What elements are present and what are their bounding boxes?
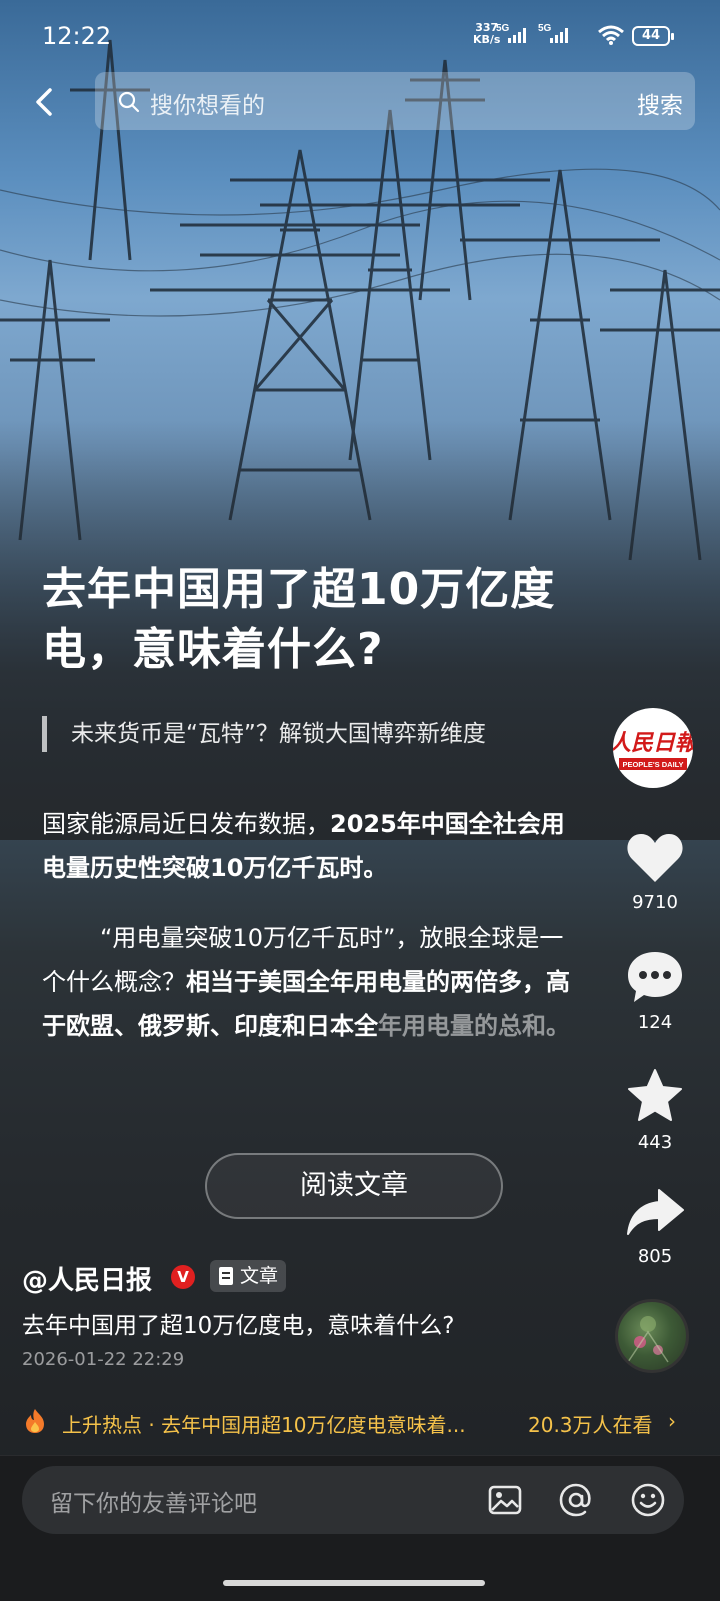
share-button[interactable]: 805 [620, 1186, 690, 1267]
article-paragraph-1: 国家能源局近日发布数据，2025年中国全社会用电量历史性突破10万亿千瓦时。 [42, 810, 565, 882]
hot-topic-link[interactable]: 上升热点 · 去年中国用超10万亿度电意味着... [62, 1409, 466, 1438]
read-article-button[interactable]: 阅读文章 [205, 1153, 503, 1219]
author-avatar[interactable]: 人民日報 PEOPLE'S DAILY [613, 708, 693, 788]
search-input[interactable]: 搜你想看的 [150, 86, 265, 120]
share-count: 805 [637, 1246, 673, 1267]
comment-button[interactable]: 124 [620, 950, 690, 1033]
hot-viewer-count: 20.3万人在看 [528, 1413, 653, 1437]
like-count: 9710 [632, 892, 678, 913]
music-disc[interactable] [615, 1299, 689, 1373]
back-arrow-icon[interactable] [30, 86, 62, 118]
document-icon [219, 1267, 233, 1285]
mention-at-icon[interactable] [558, 1482, 594, 1518]
favorite-button[interactable]: 443 [620, 1068, 690, 1153]
post-description[interactable]: 去年中国用了超10万亿度电，意味着什么? [22, 1306, 454, 1340]
emoji-icon[interactable] [630, 1482, 666, 1518]
svg-text:5G: 5G [538, 23, 552, 34]
share-arrow-icon [627, 1189, 684, 1235]
fire-icon [26, 1409, 44, 1433]
svg-text:5G: 5G [496, 23, 510, 34]
author-name[interactable]: @人民日报 [22, 1260, 152, 1297]
star-icon [628, 1069, 682, 1121]
peoples-daily-logo: 人民日報 PEOPLE'S DAILY [613, 730, 693, 770]
status-bar: 12:22 337 KB/s 5G 5G 44 [0, 0, 720, 72]
signal-icon: 5G [496, 23, 526, 43]
home-indicator [223, 1580, 485, 1586]
battery-indicator: 44 [632, 26, 674, 46]
music-disc-image [627, 1316, 669, 1363]
comment-count: 124 [637, 1012, 673, 1033]
status-time: 12:22 [42, 22, 112, 50]
post-date: 2026-01-22 22:29 [22, 1349, 185, 1370]
comment-bubble-icon [628, 952, 682, 1002]
article-paragraph-2: “用电量突破10万亿千瓦时”，放眼全球是一个什么概念？相当于美国全年用电量的两倍… [42, 924, 570, 1040]
favorite-count: 443 [637, 1132, 673, 1153]
signal-icon-2: 5G [538, 23, 568, 43]
image-icon[interactable] [487, 1482, 523, 1518]
verified-badge-icon: V [171, 1265, 195, 1289]
article-title: 去年中国用了超10万亿度电，意味着什么? [42, 564, 556, 675]
comment-placeholder: 留下你的友善评论吧 [50, 1491, 257, 1517]
search-button[interactable]: 搜索 [637, 86, 683, 120]
like-button[interactable]: 9710 [620, 832, 690, 913]
heart-icon [627, 834, 683, 882]
svg-text:PEOPLE'S DAILY: PEOPLE'S DAILY [622, 760, 683, 769]
article-tag: 文章 [210, 1260, 287, 1292]
wifi-icon [598, 25, 624, 45]
svg-text:人民日報: 人民日報 [613, 730, 693, 756]
search-icon [118, 91, 140, 113]
article-subtitle: 未来货币是“瓦特”？解锁大国博弈新维度 [42, 716, 486, 752]
chevron-right-icon[interactable]: › [668, 1409, 676, 1433]
